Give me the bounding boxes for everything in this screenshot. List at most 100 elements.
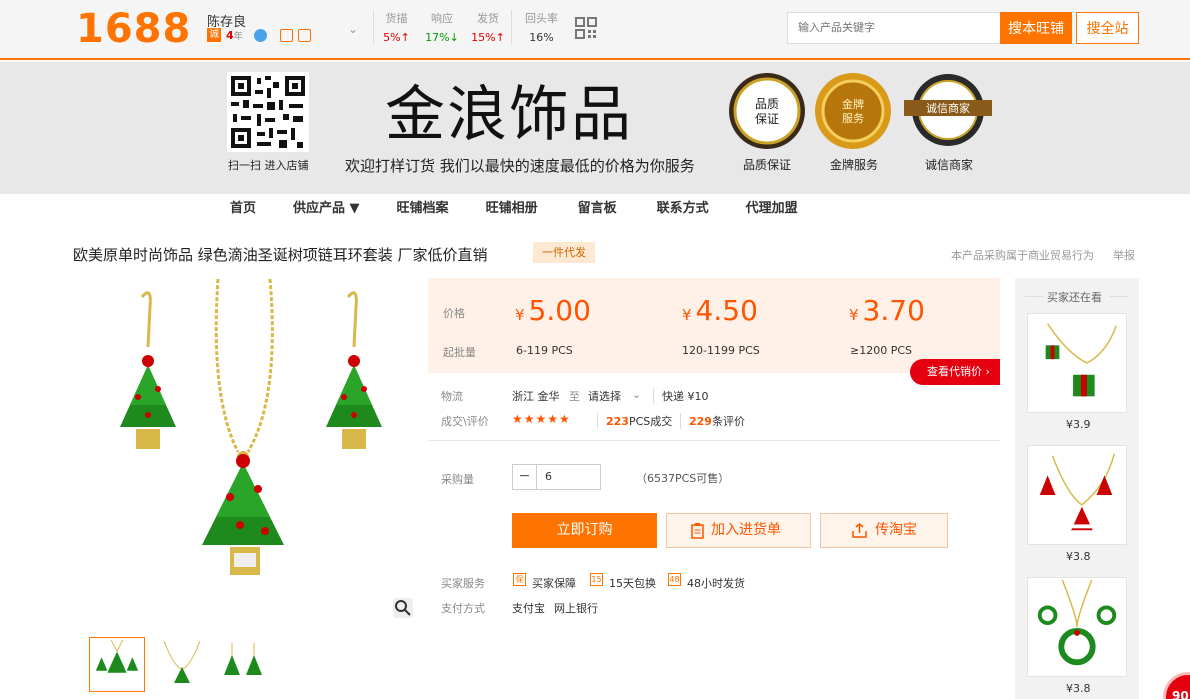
floating-badge[interactable]: 90 — [1163, 672, 1190, 699]
share-taobao-label: 传淘宝 — [875, 522, 917, 538]
thumbnail-1[interactable] — [89, 637, 145, 692]
qty-range-3: ≥1200 PCS — [850, 344, 913, 357]
nav-profile[interactable]: 旺铺档案 — [397, 195, 449, 225]
stat-label: 回头率 — [525, 12, 558, 25]
qty-range-2: 120-1199 PCS — [682, 344, 760, 357]
also-viewed-price-2: ¥3.8 — [1066, 550, 1091, 563]
search-all-button[interactable]: 搜全站 — [1076, 12, 1139, 44]
qty-range-1: 6-119 PCS — [516, 344, 573, 357]
guarantee-icon — [279, 28, 293, 42]
seller-stats: 货描 5%↑ 响应 17%↓ 发货 15%↑ 回头率 16% — [373, 10, 571, 44]
gold-service-seal-icon: 金牌 服务 — [815, 73, 891, 149]
nav-agency[interactable]: 代理加盟 — [746, 195, 798, 225]
service-guarantee[interactable]: 买家保障 — [532, 575, 576, 591]
dropship-tag: 一件代发 — [533, 242, 595, 263]
review-count[interactable]: 229条评价 — [680, 413, 745, 429]
also-viewed-item-1[interactable] — [1027, 313, 1127, 413]
also-viewed-title: 买家还在看 — [1047, 291, 1102, 304]
membership-years: 4年 — [226, 29, 243, 42]
chevron-down-icon[interactable]: ⌄ — [632, 388, 641, 401]
upload-icon — [852, 523, 867, 538]
logistics-label: 物流 — [441, 390, 463, 403]
stat-label: 发货 — [477, 12, 499, 25]
svg-text:服务: 服务 — [842, 112, 864, 125]
price-label: 价格 — [443, 307, 465, 320]
express-fee: 快递 ¥10 — [653, 388, 709, 404]
qr-caption: 扫一扫 进入店铺 — [228, 159, 309, 172]
payment-bank: 网上银行 — [554, 602, 598, 615]
legal-note: 本产品采购属于商业贸易行为 — [951, 249, 1094, 262]
quantity-stepper: − 6 — [512, 464, 601, 490]
certificate-icon — [297, 28, 311, 42]
qty-input[interactable]: 6 — [537, 465, 600, 489]
ship-from: 浙江 金华 — [512, 390, 560, 403]
qr-code-icon[interactable] — [575, 17, 597, 39]
nav-contact[interactable]: 联系方式 — [657, 195, 709, 225]
shop-qr-code — [227, 72, 309, 152]
also-viewed-item-2[interactable] — [1027, 445, 1127, 545]
ship-to-label: 至 — [569, 390, 580, 403]
stat-value: 16% — [529, 31, 554, 44]
thumbnail-2[interactable] — [154, 637, 210, 692]
service-shipping[interactable]: 48小时发货 — [687, 575, 745, 591]
also-viewed-price-1: ¥3.9 — [1066, 418, 1091, 431]
chevron-down-icon[interactable]: ⌄ — [348, 22, 358, 36]
also-viewed-price-3: ¥3.8 — [1066, 682, 1091, 695]
price-tier-1: ¥5.00 — [515, 294, 591, 327]
stat-label: 货描 — [385, 12, 408, 25]
service-exchange[interactable]: 15天包换 — [609, 575, 656, 591]
nav-album[interactable]: 旺铺相册 — [486, 195, 538, 225]
stat-value: 15%↑ — [471, 31, 505, 44]
svg-text:品质: 品质 — [755, 97, 779, 111]
report-link[interactable]: 举报 — [1113, 247, 1135, 263]
ship-48-icon: 48 — [668, 573, 681, 586]
stat-shipping: 发货 15%↑ — [465, 10, 511, 44]
product-title: 欧美原单时尚饰品 绿色滴油圣诞树项链耳环套装 厂家低价直销 — [73, 246, 488, 264]
price-tier-2: ¥4.50 — [682, 294, 758, 327]
destination-select[interactable]: 请选择 — [588, 388, 621, 404]
seal-label-trust: 诚信商家 — [925, 158, 974, 172]
agent-price-button[interactable]: 查看代销价 › — [910, 359, 1000, 385]
stat-value: 5%↑ — [383, 31, 410, 44]
clipboard-icon — [691, 523, 704, 539]
cheng-badge-icon: 诚 — [207, 28, 221, 42]
divider — [1110, 296, 1128, 297]
nav-products[interactable]: 供应产品 ▼ — [293, 195, 360, 225]
search-shop-button[interactable]: 搜本旺铺 — [1000, 12, 1072, 44]
payment-alipay: 支付宝 — [512, 602, 545, 615]
divider — [1025, 296, 1043, 297]
exchange-15-icon: 15 — [590, 573, 603, 586]
seal-label-quality: 品质保证 — [743, 158, 792, 172]
top-bar: 1688 陈存良 诚 4年 ⌄ 货描 5%↑ 响应 17%↓ 发货 15%↑ 回… — [0, 0, 1190, 60]
product-main-image[interactable] — [80, 277, 414, 619]
services-label: 买家服务 — [441, 577, 485, 590]
also-viewed-item-3[interactable] — [1027, 577, 1127, 677]
svg-text:金牌: 金牌 — [842, 97, 864, 111]
shop-title: 金浪饰品 — [385, 80, 633, 150]
stat-description: 货描 5%↑ — [373, 10, 419, 44]
stat-return-rate: 回头率 16% — [511, 10, 571, 44]
divider — [428, 440, 1000, 441]
zoom-icon[interactable] — [393, 598, 413, 618]
order-now-button[interactable]: 立即订购 — [512, 513, 657, 548]
rating-stars: ★★★★★ — [512, 412, 571, 426]
thumbnail-3[interactable] — [214, 637, 270, 692]
add-to-cart-button[interactable]: 加入进货单 — [666, 513, 811, 548]
search-input[interactable] — [787, 12, 1001, 44]
seller-badges: 诚 4年 — [207, 28, 311, 42]
qty-minus-button[interactable]: − — [513, 465, 537, 489]
nav-guestbook[interactable]: 留言板 — [578, 195, 617, 225]
seal-label-gold: 金牌服务 — [830, 158, 879, 172]
purchase-qty-label: 采购量 — [441, 473, 474, 486]
nav-home[interactable]: 首页 — [230, 195, 256, 225]
deal-count[interactable]: 223PCS成交 — [597, 413, 672, 429]
svg-text:诚信商家: 诚信商家 — [926, 101, 970, 115]
payment-label: 支付方式 — [441, 602, 485, 615]
share-taobao-button[interactable]: 传淘宝 — [820, 513, 948, 548]
site-logo[interactable]: 1688 — [76, 6, 191, 52]
quality-seal-icon: 品质 保证 — [729, 73, 805, 149]
stock-available: （6537PCS可售） — [636, 472, 730, 485]
deals-label: 成交\评价 — [441, 415, 489, 428]
shop-slogan: 欢迎打样订货 我们以最快的速度最低的价格为你服务 — [345, 157, 695, 175]
guarantee-icon: 保 — [513, 573, 526, 586]
